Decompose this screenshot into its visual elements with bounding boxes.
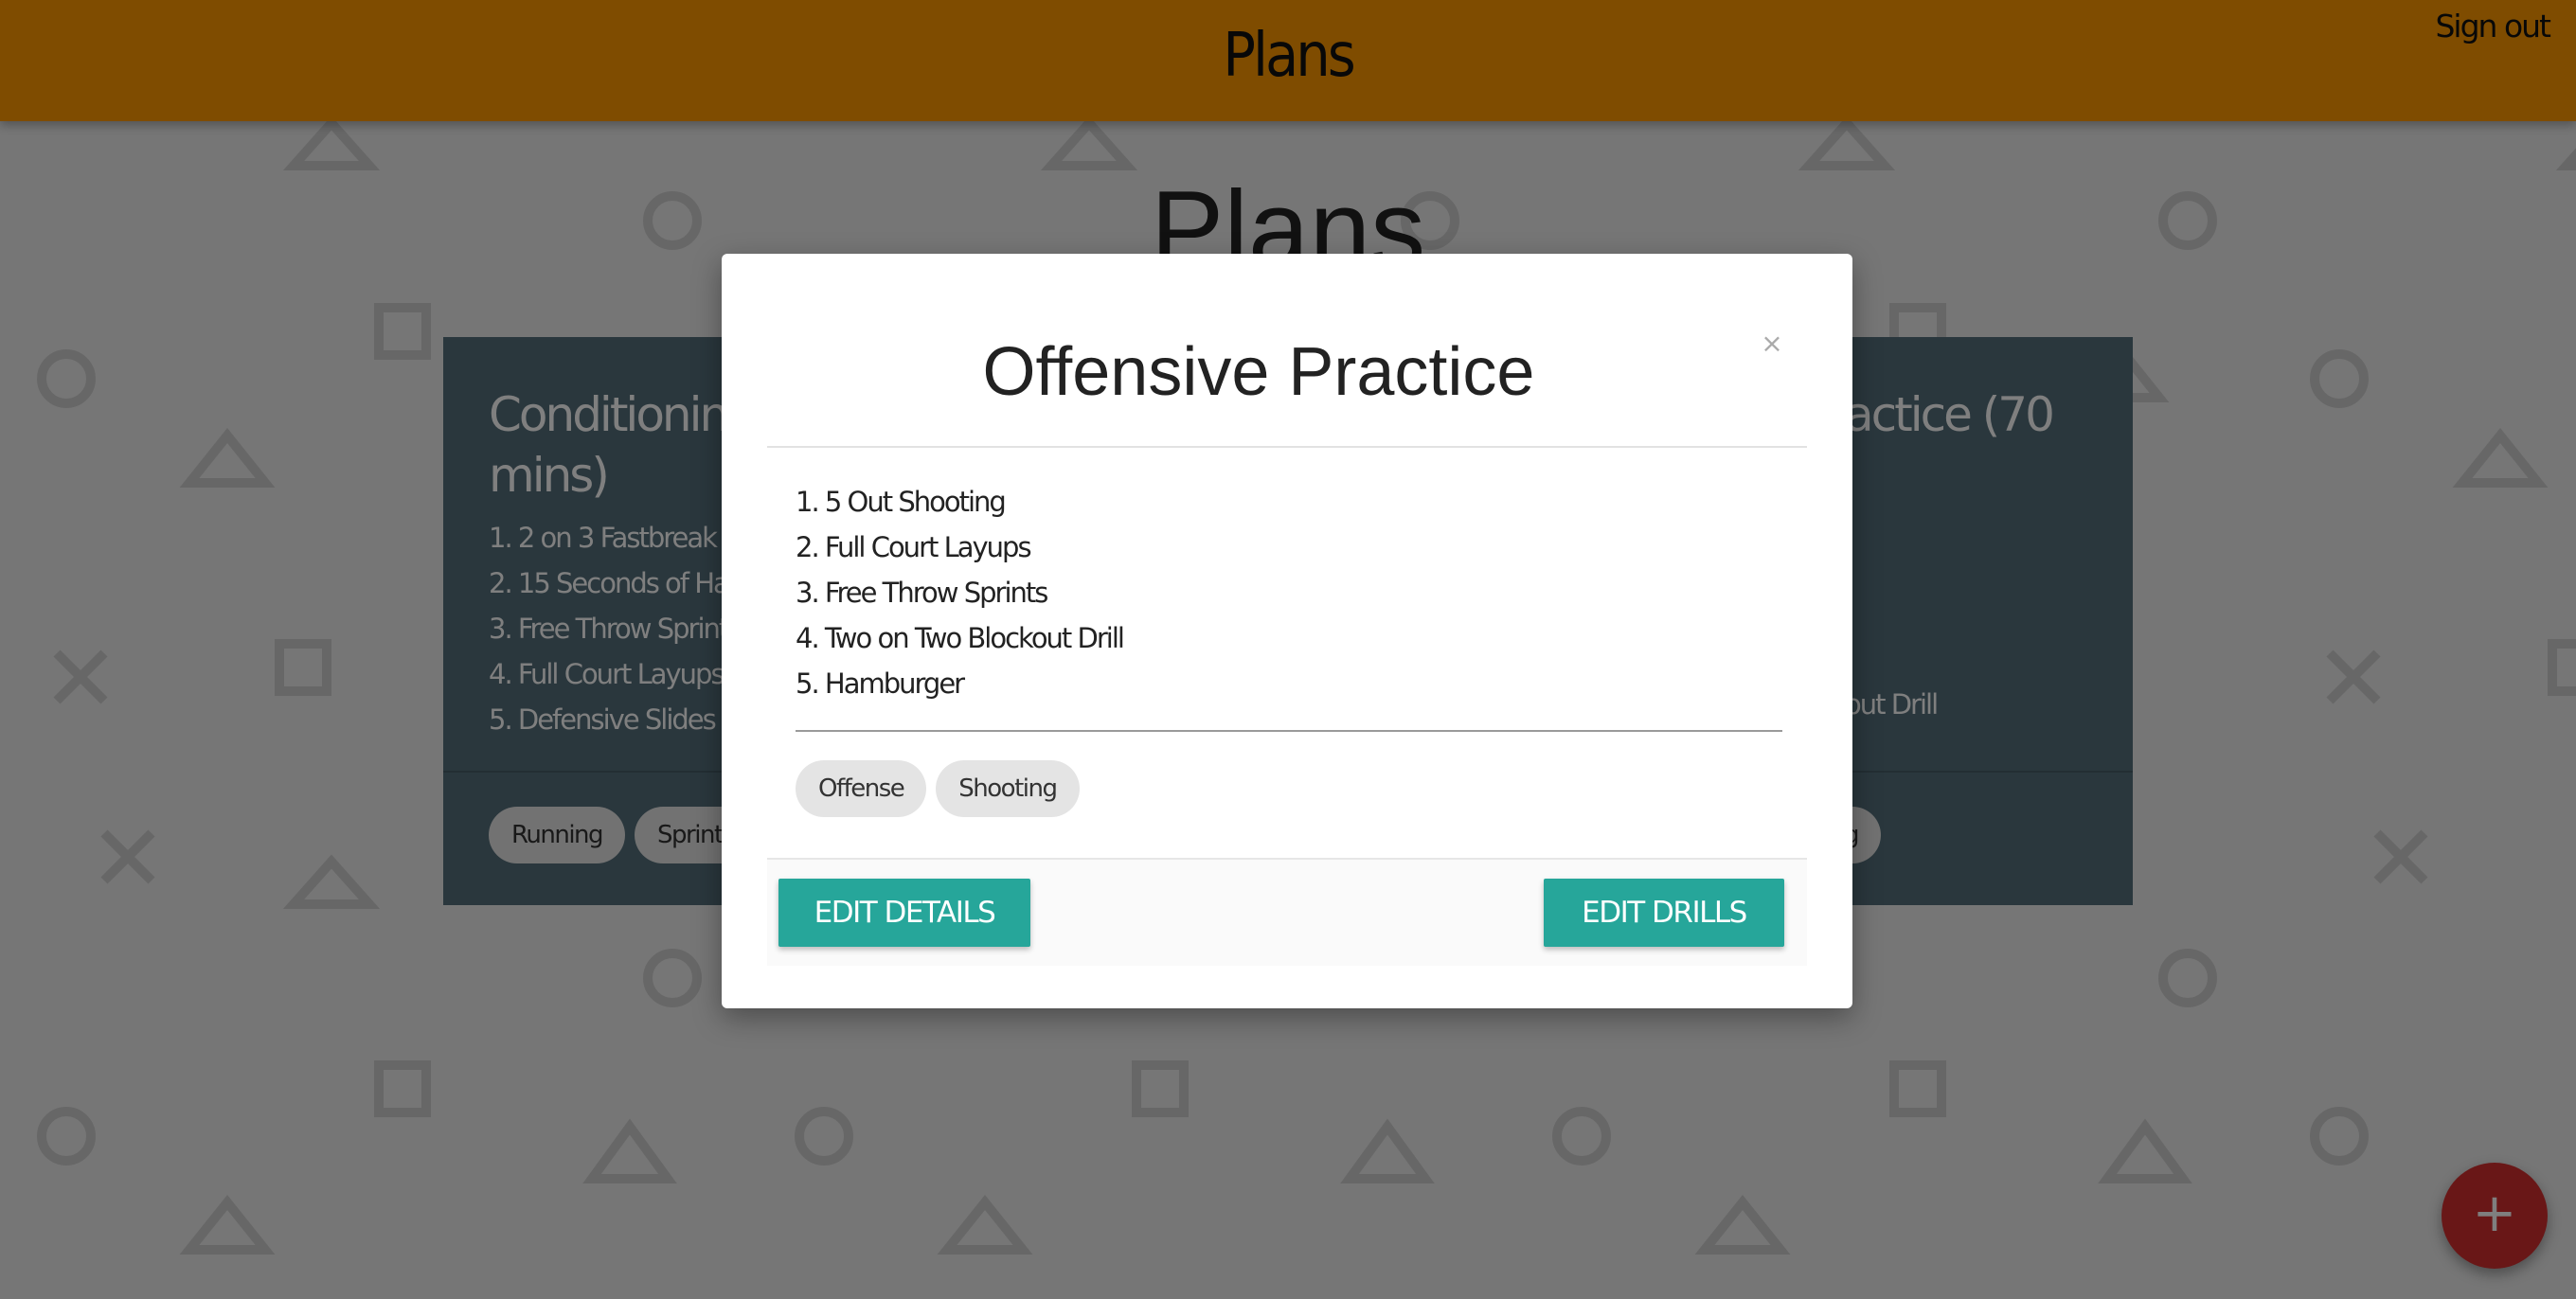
tag-chip: Offense bbox=[796, 760, 927, 817]
divider bbox=[767, 446, 1807, 448]
edit-details-button[interactable]: EDIT DETAILS bbox=[778, 879, 1030, 947]
list-item: 3. Free Throw Sprints bbox=[796, 577, 1048, 609]
list-item: 4. Two on Two Blockout Drill bbox=[796, 622, 1125, 654]
list-item: 2. Full Court Layups bbox=[796, 531, 1032, 563]
list-item: 5. Hamburger bbox=[796, 667, 965, 700]
modal-tags: Offense Shooting bbox=[796, 760, 1089, 817]
edit-drills-button[interactable]: EDIT DRILLS bbox=[1544, 879, 1784, 947]
divider bbox=[796, 730, 1782, 732]
modal-title: Offensive Practice bbox=[982, 334, 1535, 410]
modal-drill-list: 1. 5 Out Shooting 2. Full Court Layups 3… bbox=[796, 479, 1125, 706]
modal-footer: EDIT DETAILS EDIT DRILLS bbox=[767, 858, 1807, 966]
tag-chip: Shooting bbox=[936, 760, 1080, 817]
list-item: 1. 5 Out Shooting bbox=[796, 486, 1007, 518]
plan-detail-modal: × Offensive Practice 1. 5 Out Shooting 2… bbox=[722, 254, 1852, 1008]
